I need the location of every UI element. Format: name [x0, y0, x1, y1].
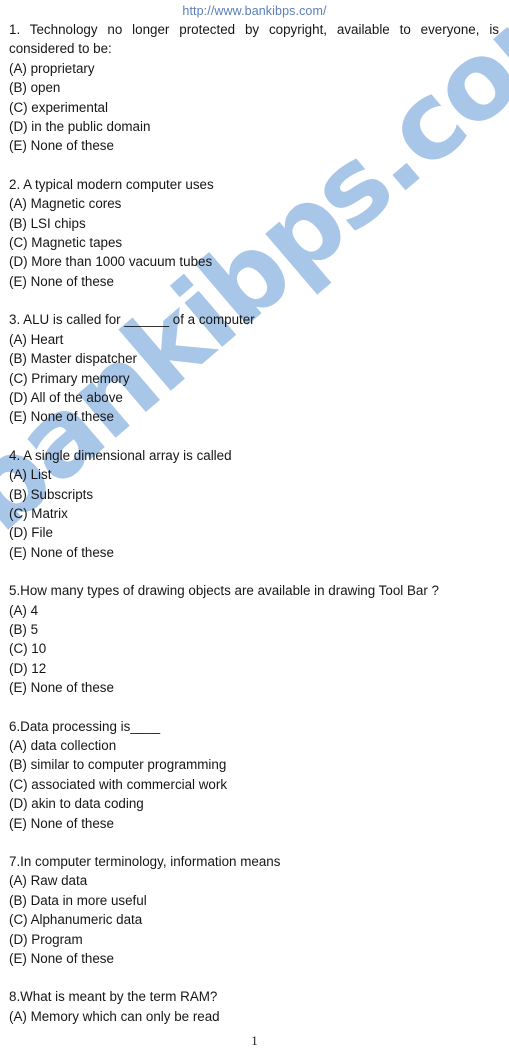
question-block: 1. Technology no longer protected by cop… [9, 20, 499, 156]
question-option: (D) File [9, 525, 53, 541]
page-number: 1 [251, 1033, 258, 1048]
document-content: http://www.bankibps.com/ 1. Technology n… [0, 0, 509, 1056]
question-option: (E) None of these [9, 815, 114, 831]
question-option: (A) Magnetic cores [9, 196, 122, 212]
question-option: (A) List [9, 467, 52, 483]
question-option: (A) 4 [9, 602, 39, 618]
question-option: (E) None of these [9, 951, 114, 967]
question-block: 8.What is meant by the term RAM? (A) Memo… [9, 987, 499, 1026]
question-option: (E) None of these [9, 544, 114, 560]
question-option: (A) data collection [9, 738, 117, 753]
question-block: 7.In computer terminology, information m… [9, 852, 499, 968]
question-option: (B) LSI chips [9, 215, 86, 231]
question-stem: 6.Data processing is____ [9, 718, 161, 734]
question-option: (A) Raw data [9, 873, 88, 889]
question-option: (A) Heart [9, 331, 64, 347]
question-option: (C) associated with commercial work [9, 776, 228, 792]
question-option: (E) None of these [9, 273, 114, 289]
question-option: (B) Data in more useful [9, 892, 147, 908]
question-option: (B) 5 [9, 621, 39, 637]
question-option: (C) 10 [9, 641, 47, 657]
question-option: (E) None of these [9, 409, 114, 425]
question-option: (D) 12 [9, 660, 47, 676]
question-option: (C) Matrix [9, 505, 68, 521]
question-option: (D) Program [9, 931, 83, 947]
question-option: (B) similar to computer programming [9, 757, 227, 773]
question-option: (B) open [9, 80, 61, 96]
question-option: (A) Memory which can only be read [9, 1008, 220, 1024]
question-option: (D) in the public domain [9, 119, 151, 135]
question-option: (C) Magnetic tapes [9, 235, 123, 251]
document-page: bankibps.com http://www.bankibps.com/ 1.… [0, 0, 509, 1056]
question-stem: 3. ALU is called for ______ of a compute… [9, 312, 255, 328]
question-stem: 2. A typical modern computer uses [9, 176, 214, 192]
question-block: 3. ALU is called for ______ of a compute… [9, 310, 499, 426]
question-stem: 8.What is meant by the term RAM? [9, 989, 218, 1005]
question-option: (D) More than 1000 vacuum tubes [9, 254, 213, 270]
question-option: (D) akin to data coding [9, 796, 144, 812]
question-option: (C) Alphanumeric data [9, 912, 143, 928]
question-option: (B) Subscripts [9, 486, 94, 502]
question-block: 2. A typical modern computer uses (A) Mag… [9, 175, 499, 291]
question-stem: 1. Technology no longer protected by cop… [9, 22, 499, 57]
question-option: (C) Primary memory [9, 370, 130, 386]
site-url-header: http://www.bankibps.com/ [182, 4, 327, 18]
question-block: 6.Data processing is____ (A) data collect… [9, 717, 499, 833]
question-option: (A) proprietary [9, 60, 95, 76]
question-block: 4. A single dimensional array is called (… [9, 446, 499, 562]
question-option: (E) None of these [9, 680, 114, 696]
question-stem: 5.How many types of drawing objects are … [9, 583, 439, 599]
question-option: (E) None of these [9, 138, 114, 154]
question-stem: 4. A single dimensional array is called [9, 447, 232, 463]
question-stem: 7.In computer terminology, information m… [9, 854, 281, 870]
question-option: (C) experimental [9, 99, 108, 115]
question-option: (D) All of the above [9, 389, 123, 405]
question-block: 5.How many types of drawing objects are … [9, 581, 499, 697]
question-option: (B) Master dispatcher [9, 351, 137, 367]
question-list: 1. Technology no longer protected by cop… [0, 20, 509, 1026]
